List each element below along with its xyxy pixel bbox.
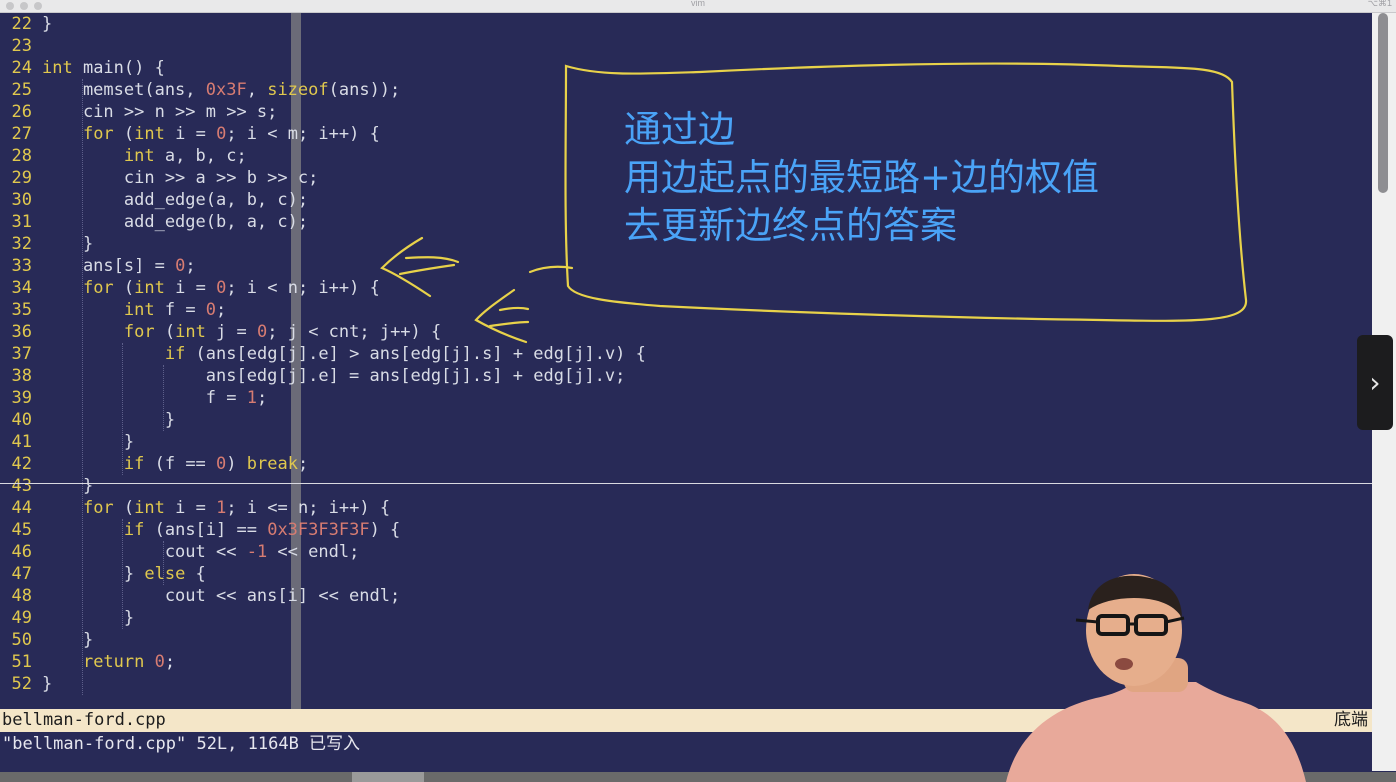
presenter-mouth — [1115, 658, 1133, 670]
annotation-arrow-2-shaft — [498, 306, 530, 312]
presenter-webcam — [1006, 574, 1306, 782]
annotation-arrow-1-head — [380, 236, 432, 298]
note-line-2: 用边起点的最短路+边的权值 — [624, 156, 1100, 199]
annotation-note: 通过边 用边起点的最短路+边的权值 去更新边终点的答案 — [624, 106, 1099, 250]
next-slide-button[interactable]: › — [1357, 335, 1393, 430]
note-line-3: 去更新边终点的答案 — [624, 204, 957, 247]
note-line-1: 通过边 — [624, 108, 735, 151]
annotation-arrow-1-shaft-2 — [398, 263, 456, 276]
presenter-shirt — [1006, 682, 1306, 782]
annotation-arrow-2-shaft-2 — [488, 320, 530, 328]
annotation-arrow-1-shaft — [404, 256, 460, 264]
annotation-connector — [528, 265, 574, 274]
annotation-arrow-2-head — [474, 288, 528, 344]
